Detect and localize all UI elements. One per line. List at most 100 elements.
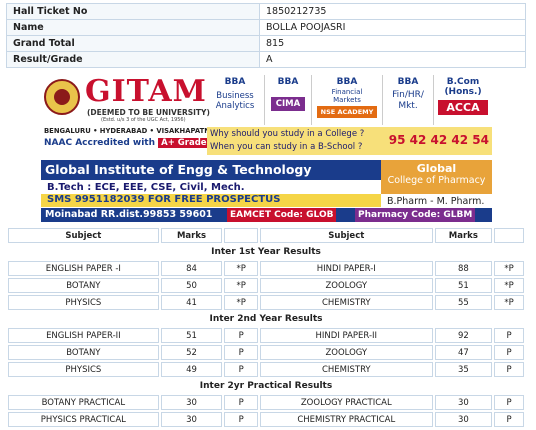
info-value: A: [259, 51, 526, 68]
subject-cell: ENGLISH PAPER -I: [8, 261, 159, 276]
marks-cell: 88: [434, 261, 493, 276]
pharmacy-title-1: Global: [416, 162, 457, 175]
sms-prospectus: SMS 9951182039 FOR FREE PROSPECTUS: [47, 194, 281, 205]
table-row: BOTANY PRACTICAL 30 P ZOOLOGY PRACTICAL 30 P: [8, 395, 524, 410]
bba-cima-box: BBA CIMA: [265, 75, 312, 125]
global-footer-strip: Moinabad RR.dist.99853 59601 EAMCET Code…: [41, 208, 492, 222]
marks-cell: 30: [160, 412, 223, 427]
bcom-label: B.Com: [446, 77, 480, 87]
gitam-logo-icon: [44, 79, 80, 115]
marks-cell: 51: [160, 328, 223, 343]
status-cell: P: [494, 412, 524, 427]
bcom-sub-label: (Hons.): [444, 87, 482, 97]
bba-sub-label: Business Analytics: [215, 91, 255, 111]
info-label: Hall Ticket No: [6, 3, 260, 20]
table-row: BOTANY 50 *P ZOOLOGY 51 *P: [8, 278, 524, 293]
subject-cell: PHYSICS PRACTICAL: [8, 412, 159, 427]
table-row: ENGLISH PAPER -I 84 *P HINDI PAPER-I 88 *P: [8, 261, 524, 276]
info-row-hall-ticket: Hall Ticket No 1850212735: [6, 3, 526, 20]
subject-cell: CHEMISTRY: [260, 362, 433, 377]
subject-cell: PHYSICS: [8, 362, 159, 377]
results-table: Subject Marks Subject Marks Inter 1st Ye…: [6, 226, 526, 429]
marks-cell: 35: [434, 362, 493, 377]
marks-cell: 30: [434, 412, 493, 427]
subject-cell: ENGLISH PAPER-II: [8, 328, 159, 343]
marks-cell: 30: [160, 395, 223, 410]
global-title-strip: Global Institute of Engg & Technology: [41, 160, 381, 180]
status-cell: P: [494, 362, 524, 377]
info-value: BOLLA POOJASRI: [259, 19, 526, 36]
subject-cell: PHYSICS: [8, 295, 159, 310]
section-title-row: Inter 1st Year Results: [8, 245, 524, 259]
section-title-row: Inter 2yr Practical Results: [8, 379, 524, 393]
status-cell: *P: [224, 261, 259, 276]
marks-cell: 41: [160, 295, 223, 310]
status-cell: P: [224, 395, 259, 410]
marks-cell: 84: [160, 261, 223, 276]
bcom-acca-box: B.Com (Hons.) ACCA: [434, 75, 492, 125]
pharmacy-title-2: College of Pharmacy: [387, 175, 486, 186]
marks-cell: 55: [434, 295, 493, 310]
gitam-phone-number: 95 42 42 42 54: [388, 133, 489, 147]
subject-cell: CHEMISTRY: [260, 295, 433, 310]
bba-sub-label: Financial Markets: [331, 88, 363, 104]
section-title: Inter 2yr Practical Results: [199, 381, 333, 391]
subject-column-header: Subject: [260, 228, 433, 243]
gitam-ad-banner[interactable]: GITAM (DEEMED TO BE UNIVERSITY) (Estd. u…: [41, 75, 492, 156]
status-cell: *P: [494, 295, 524, 310]
marks-cell: 92: [434, 328, 493, 343]
cima-logo: CIMA: [271, 97, 305, 111]
gitam-tag: (DEEMED TO BE UNIVERSITY): [87, 108, 210, 117]
marks-column-header: Marks: [160, 228, 223, 243]
marks-cell: 30: [434, 395, 493, 410]
table-row: PHYSICS 41 *P CHEMISTRY 55 *P: [8, 295, 524, 310]
gitam-cities: BENGALURU • HYDERABAD • VISAKHAPATNAM: [44, 127, 222, 135]
section-title: Inter 2nd Year Results: [209, 314, 323, 324]
bba-label: BBA: [336, 77, 358, 87]
bba-label: BBA: [277, 77, 299, 87]
subject-cell: ZOOLOGY PRACTICAL: [260, 395, 433, 410]
status-cell: *P: [224, 295, 259, 310]
eamcet-code: EAMCET Code: GLOB: [227, 208, 337, 222]
info-row-result-grade: Result/Grade A: [6, 51, 526, 68]
bba-label: BBA: [224, 77, 246, 87]
bba-sub-label: Fin/HR/ Mkt.: [392, 90, 424, 111]
info-label: Grand Total: [6, 35, 260, 52]
status-column-header: [224, 228, 259, 243]
subject-cell: BOTANY: [8, 278, 159, 293]
status-cell: P: [494, 395, 524, 410]
subject-column-header: Subject: [8, 228, 159, 243]
status-cell: P: [494, 345, 524, 360]
info-label: Name: [6, 19, 260, 36]
subject-cell: HINDI PAPER-II: [260, 328, 433, 343]
marks-cell: 49: [160, 362, 223, 377]
subject-cell: HINDI PAPER-I: [260, 261, 433, 276]
subject-cell: BOTANY PRACTICAL: [8, 395, 159, 410]
marks-cell: 52: [160, 345, 223, 360]
bba-financial-markets-box: BBA Financial Markets NSE ACADEMY: [312, 75, 383, 125]
info-row-name: Name BOLLA POOJASRI: [6, 19, 526, 36]
subject-cell: ZOOLOGY: [260, 345, 433, 360]
subject-cell: ZOOLOGY: [260, 278, 433, 293]
status-cell: P: [224, 345, 259, 360]
bpharm-courses: B.Pharm - M. Pharm.: [387, 196, 485, 207]
global-institute-ad-banner[interactable]: Global Institute of Engg & Technology Gl…: [41, 160, 492, 222]
btech-courses: B.Tech : ECE, EEE, CSE, Civil, Mech.: [47, 182, 245, 193]
nse-academy-logo: NSE ACADEMY: [317, 106, 377, 118]
student-info-table: Hall Ticket No 1850212735 Name BOLLA POO…: [6, 3, 526, 68]
results-header-row: Subject Marks Subject Marks: [8, 228, 524, 243]
section-title: Inter 1st Year Results: [211, 247, 321, 257]
section-title-row: Inter 2nd Year Results: [8, 312, 524, 326]
status-cell: P: [224, 362, 259, 377]
bschool-question-strip: Why should you study in a College ? When…: [207, 127, 492, 155]
question-line-1: Why should you study in a College ?: [210, 129, 365, 139]
gitam-sub: (Estd. u/s 3 of the UGC Act, 1956): [101, 117, 186, 123]
status-cell: P: [494, 328, 524, 343]
info-value: 815: [259, 35, 526, 52]
global-title: Global Institute of Engg & Technology: [45, 162, 312, 177]
info-row-grand-total: Grand Total 815: [6, 35, 526, 52]
bba-business-analytics-box: BBA Business Analytics: [206, 75, 265, 125]
bba-fin-hr-box: BBA Fin/HR/ Mkt.: [383, 75, 434, 125]
naac-grade-badge: A+ Grade: [158, 138, 210, 148]
status-cell: *P: [494, 261, 524, 276]
